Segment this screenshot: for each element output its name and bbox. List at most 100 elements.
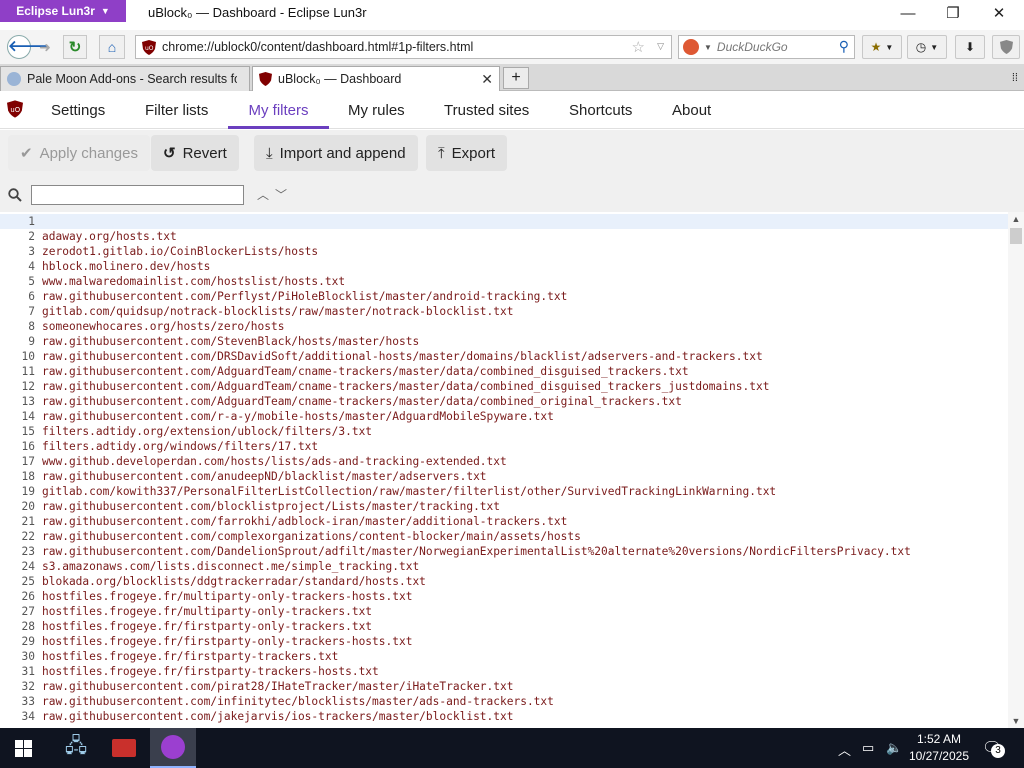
network-status-icon[interactable]: ▭ [862, 740, 874, 756]
editor-line[interactable]: 13 raw.githubusercontent.com/AdguardTeam/… [0, 394, 1008, 409]
editor-line[interactable]: 4 hblock.molinero.dev/hosts [0, 259, 1008, 274]
taskbar-app-toolbox[interactable] [101, 728, 147, 768]
filter-line-text: raw.githubusercontent.com/pirat28/IHateT… [42, 680, 514, 693]
search-engine-dropdown-icon[interactable]: ▼ [704, 43, 712, 52]
line-number: 31 [21, 665, 35, 678]
notification-count-badge: 3 [991, 744, 1005, 758]
editor-line[interactable]: 12 raw.githubusercontent.com/AdguardTeam/… [0, 379, 1008, 394]
editor-line[interactable]: 33 raw.githubusercontent.com/infinitytec/… [0, 694, 1008, 709]
downloads-button[interactable]: ⬇ [955, 35, 985, 59]
filter-line-text: raw.githubusercontent.com/DRSDavidSoft/a… [42, 350, 763, 363]
tab-shortcuts[interactable]: Shortcuts [569, 91, 632, 129]
editor-line[interactable]: 21 raw.githubusercontent.com/farrokhi/adb… [0, 514, 1008, 529]
editor-line[interactable]: 34 raw.githubusercontent.com/jakejarvis/i… [0, 709, 1008, 724]
editor-line[interactable]: 3 zerodot1.gitlab.io/CoinBlockerLists/hos… [0, 244, 1008, 259]
line-number: 24 [21, 560, 35, 573]
editor-line[interactable]: 9 raw.githubusercontent.com/StevenBlack/h… [0, 334, 1008, 349]
notification-center-button[interactable]: 🗨 3 [982, 738, 1005, 758]
back-button[interactable]: 🡐 [7, 35, 48, 59]
editor-line[interactable]: 7 gitlab.com/quidsup/notrack-blocklists/r… [0, 304, 1008, 319]
editor-line[interactable]: 2 adaway.org/hosts.txt [0, 229, 1008, 244]
title-bar: Eclipse Lun3r ▼ uBlock₀ — Dashboard - Ec… [0, 0, 1024, 30]
search-bar[interactable]: ▼ DuckDuckGo ⚲ [678, 35, 855, 59]
close-tab-icon[interactable]: ✕ [481, 71, 493, 88]
find-input[interactable] [31, 185, 244, 205]
editor-line[interactable]: 5 www.malwaredomainlist.com/hostslist/hos… [0, 274, 1008, 289]
scrollbar-thumb[interactable] [1010, 228, 1022, 244]
editor-line[interactable]: 8 someonewhocares.org/hosts/zero/hosts [0, 319, 1008, 334]
editor-line[interactable]: 26 hostfiles.frogeye.fr/multiparty-only-t… [0, 589, 1008, 604]
filter-line-text: filters.adtidy.org/windows/filters/17.tx… [42, 440, 319, 453]
editor-line[interactable]: 16 filters.adtidy.org/windows/filters/17.… [0, 439, 1008, 454]
system-clock[interactable]: 1:52 AM 10/27/2025 [909, 731, 969, 765]
volume-muted-icon[interactable]: 🔈 [886, 740, 902, 756]
editor-line[interactable]: 17 www.github.developerdan.com/hosts/list… [0, 454, 1008, 469]
home-button[interactable]: ⌂ [99, 35, 125, 59]
editor-line[interactable]: 6 raw.githubusercontent.com/Perflyst/PiHo… [0, 289, 1008, 304]
minimize-button[interactable]: — [893, 4, 923, 24]
tab-settings[interactable]: Settings [51, 91, 105, 129]
editor-line[interactable]: 1 [0, 214, 1008, 229]
filter-line-text: raw.githubusercontent.com/farrokhi/adblo… [42, 515, 568, 528]
filter-line-text: hostfiles.frogeye.fr/firstparty-only-tra… [42, 635, 413, 648]
taskbar-app-eclipse-lun3r[interactable] [150, 728, 196, 768]
url-dropdown-icon[interactable]: ▽ [657, 41, 664, 52]
forward-arrow-icon: ➜ [39, 38, 51, 55]
url-bar[interactable]: uO chrome://ublock0/content/dashboard.ht… [135, 35, 672, 59]
editor-line[interactable]: 25 blokada.org/blocklists/ddgtrackerradar… [0, 574, 1008, 589]
import-append-button[interactable]: ⤓ Import and append [254, 135, 418, 171]
reload-button[interactable]: ↻ [63, 35, 87, 59]
tab-my-filters[interactable]: My filters [228, 91, 329, 129]
duckduckgo-icon [683, 39, 699, 55]
ublock-toolbar-button[interactable] [992, 35, 1020, 59]
editor-line[interactable]: 23 raw.githubusercontent.com/DandelionSpr… [0, 544, 1008, 559]
forward-button[interactable]: ➜ [36, 35, 54, 59]
line-number: 8 [28, 320, 35, 333]
editor-line[interactable]: 18 raw.githubusercontent.com/anudeepND/bl… [0, 469, 1008, 484]
show-hidden-icons-icon[interactable]: ︿ [838, 740, 851, 759]
editor-line[interactable]: 31 hostfiles.frogeye.fr/firstparty-tracke… [0, 664, 1008, 679]
editor-line[interactable]: 27 hostfiles.frogeye.fr/multiparty-only-t… [0, 604, 1008, 619]
filter-line-text: gitlab.com/quidsup/notrack-blocklists/ra… [42, 305, 514, 318]
editor-line[interactable]: 32 raw.githubusercontent.com/pirat28/IHat… [0, 679, 1008, 694]
scroll-up-icon[interactable]: ▲ [1011, 214, 1021, 224]
revert-button[interactable]: ↺ Revert [151, 135, 239, 171]
editor-scrollbar[interactable]: ▲ ▼ [1008, 212, 1024, 728]
filter-editor[interactable]: 1 2 adaway.org/hosts.txt 3 zerodot1.gitlab.i… [0, 212, 1024, 728]
bookmark-star-icon[interactable]: ☆ [632, 38, 645, 56]
editor-line[interactable]: 19 gitlab.com/kowith337/PersonalFilterLis… [0, 484, 1008, 499]
tab-pale-moon-addons[interactable]: Pale Moon Add-ons - Search results fo [0, 66, 250, 91]
tab-my-rules[interactable]: My rules [348, 91, 405, 129]
apply-changes-button[interactable]: ✔ Apply changes [8, 135, 150, 171]
bookmarks-menu-button[interactable]: ★ ▼ [862, 35, 902, 59]
editor-line[interactable]: 20 raw.githubusercontent.com/blocklistpro… [0, 499, 1008, 514]
filter-line-text: raw.githubusercontent.com/anudeepND/blac… [42, 470, 487, 483]
history-menu-button[interactable]: ◷ ▼ [907, 35, 947, 59]
tab-trusted-sites[interactable]: Trusted sites [444, 91, 529, 129]
find-next-icon[interactable]: ﹀ [275, 186, 287, 203]
download-icon: ⬇ [964, 40, 976, 54]
editor-line[interactable]: 14 raw.githubusercontent.com/r-a-y/mobile… [0, 409, 1008, 424]
tab-list-icon[interactable]: ⁞⁞ [1012, 72, 1018, 84]
start-button[interactable] [0, 728, 46, 768]
app-menu-button[interactable]: Eclipse Lun3r ▼ [0, 0, 126, 22]
tab-ublock-dashboard[interactable]: uBlock₀ — Dashboard ✕ [252, 66, 500, 91]
tab-about[interactable]: About [672, 91, 711, 129]
editor-line[interactable]: 15 filters.adtidy.org/extension/ublock/fi… [0, 424, 1008, 439]
new-tab-button[interactable]: + [503, 67, 529, 89]
close-window-button[interactable]: ✕ [984, 4, 1014, 24]
editor-line[interactable]: 30 hostfiles.frogeye.fr/firstparty-tracke… [0, 649, 1008, 664]
scroll-down-icon[interactable]: ▼ [1011, 716, 1021, 726]
maximize-button[interactable]: ❐ [938, 4, 968, 24]
editor-line[interactable]: 29 hostfiles.frogeye.fr/firstparty-only-t… [0, 634, 1008, 649]
taskbar-app-network[interactable]: 🖧 [53, 728, 99, 768]
tab-filter-lists[interactable]: Filter lists [145, 91, 208, 129]
editor-line[interactable]: 22 raw.githubusercontent.com/complexorgan… [0, 529, 1008, 544]
editor-line[interactable]: 11 raw.githubusercontent.com/AdguardTeam/… [0, 364, 1008, 379]
find-previous-icon[interactable]: ︿ [257, 186, 269, 203]
editor-line[interactable]: 28 hostfiles.frogeye.fr/firstparty-only-t… [0, 619, 1008, 634]
editor-line[interactable]: 24 s3.amazonaws.com/lists.disconnect.me/s… [0, 559, 1008, 574]
export-button[interactable]: ⤒ Export [426, 135, 507, 171]
editor-line[interactable]: 10 raw.githubusercontent.com/DRSDavidSoft… [0, 349, 1008, 364]
search-icon[interactable]: ⚲ [839, 38, 849, 55]
